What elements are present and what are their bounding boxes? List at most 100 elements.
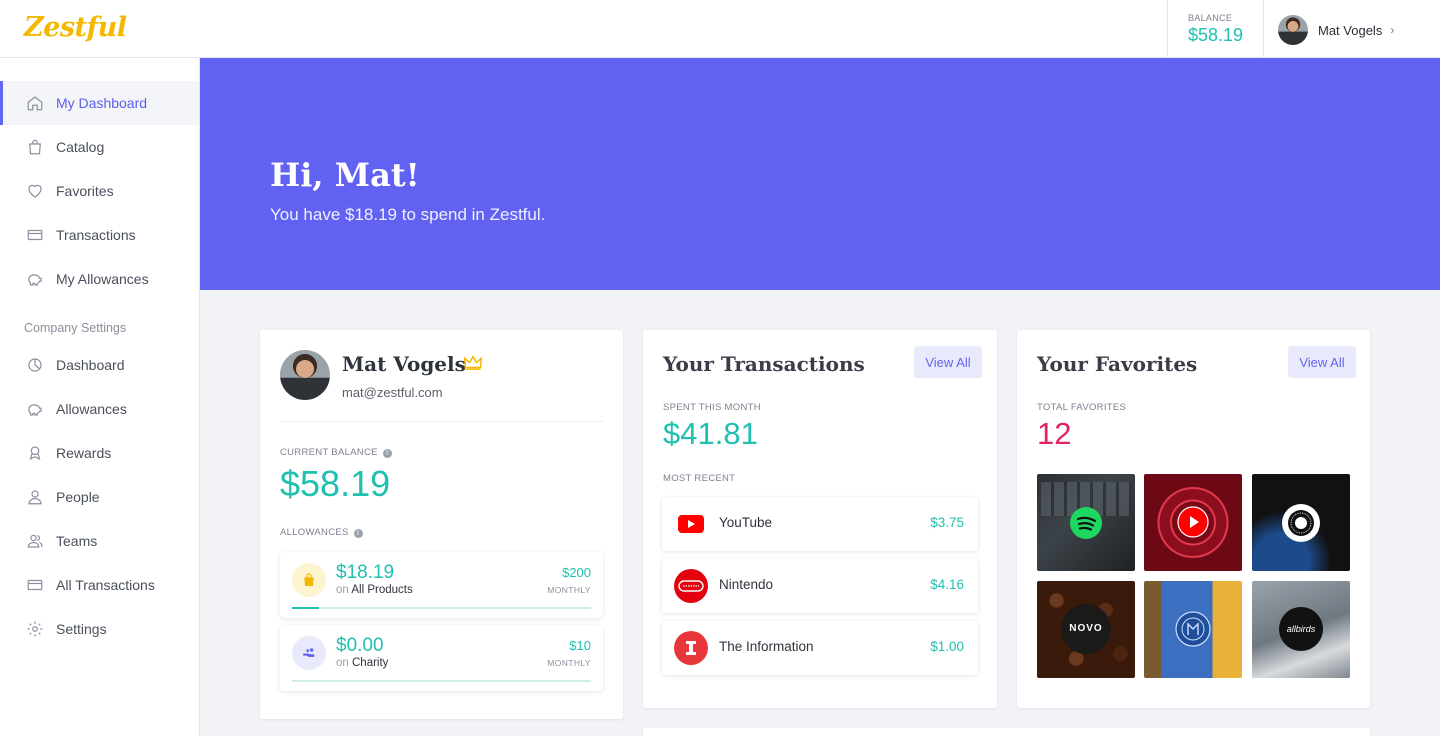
progress-fill — [292, 607, 319, 609]
favorite-tile-novo-coffee[interactable]: NOVO — [1037, 581, 1135, 678]
profile-card: Mat Vogels mat@zestful.com CURRENT BALAN… — [260, 330, 623, 719]
sidebar-item-allowances[interactable]: Allowances — [0, 387, 199, 431]
sidebar-item-rewards[interactable]: Rewards — [0, 431, 199, 475]
sidebar-item-label: My Dashboard — [56, 95, 148, 111]
sidebar-item-people[interactable]: People — [0, 475, 199, 519]
sidebar-item-all-transactions[interactable]: All Transactions — [0, 563, 199, 607]
user-menu[interactable]: Mat Vogels › — [1278, 15, 1394, 45]
novo-logo: NOVO — [1061, 604, 1111, 654]
credit-card-icon — [24, 224, 46, 246]
sidebar: My Dashboard Catalog Favorites Transacti… — [0, 58, 200, 736]
welcome-banner: Hi, Mat! You have $18.19 to spend in Zes… — [200, 58, 1440, 290]
favorite-tile-spotify[interactable] — [1037, 474, 1135, 571]
allowance-card[interactable]: $18.19 on All Products $200 MONTHLY — [280, 552, 603, 618]
spent-this-month-value: $41.81 — [663, 416, 758, 451]
transaction-row[interactable]: The Information $1.00 — [662, 621, 978, 675]
profile-name: Mat Vogels — [342, 352, 466, 376]
nintendo-icon — [674, 569, 708, 603]
circle-logo-icon — [1282, 504, 1320, 542]
allowance-limit: $200 — [562, 565, 591, 580]
spotify-icon — [1070, 507, 1102, 539]
transaction-amount: $4.16 — [930, 577, 964, 592]
sidebar-item-settings[interactable]: Settings — [0, 607, 199, 651]
allbirds-logo: allbirds — [1279, 607, 1323, 651]
transaction-row[interactable]: YouTube $3.75 — [662, 497, 978, 551]
sidebar-item-my-allowances[interactable]: My Allowances — [0, 257, 199, 301]
total-favorites-label: TOTAL FAVORITES — [1037, 402, 1127, 413]
transaction-amount: $3.75 — [930, 515, 964, 530]
header-balance-value: $58.19 — [1188, 25, 1244, 45]
info-icon[interactable]: i — [382, 449, 392, 458]
favorite-tile-allbirds[interactable]: allbirds — [1252, 581, 1350, 678]
transaction-amount: $1.00 — [930, 639, 964, 654]
most-recent-label: MOST RECENT — [663, 473, 736, 484]
spent-this-month-label: SPENT THIS MONTH — [663, 402, 761, 413]
the-information-icon — [674, 631, 708, 665]
view-all-transactions-button[interactable]: View All — [914, 346, 982, 378]
current-balance-label: CURRENT BALANCE i — [280, 447, 392, 458]
info-icon[interactable]: i — [353, 529, 363, 538]
sidebar-item-transactions[interactable]: Transactions — [0, 213, 199, 257]
sidebar-item-label: Catalog — [56, 139, 105, 155]
allowance-period: MONTHLY — [547, 585, 591, 595]
allowance-period: MONTHLY — [547, 658, 591, 668]
sidebar-item-label: All Transactions — [56, 577, 155, 593]
sidebar-item-label: Dashboard — [56, 357, 125, 373]
bottle-logo-icon — [1175, 611, 1211, 647]
transaction-merchant: The Information — [719, 639, 814, 654]
company-settings-heading: Company Settings — [24, 321, 127, 335]
sidebar-item-catalog[interactable]: Catalog — [0, 125, 199, 169]
transaction-merchant: Nintendo — [719, 577, 774, 592]
favorite-tile-dark-logo[interactable] — [1252, 474, 1350, 571]
piggy-bank-icon — [24, 398, 46, 420]
sidebar-item-my-dashboard[interactable]: My Dashboard — [0, 81, 199, 125]
sidebar-item-label: Allowances — [56, 401, 127, 417]
allowance-progress — [292, 607, 591, 609]
shopping-bag-icon — [24, 136, 46, 158]
youtube-play-icon — [1177, 506, 1209, 538]
award-icon — [24, 442, 46, 464]
transaction-merchant: YouTube — [719, 515, 773, 530]
allowance-target: on All Products — [336, 584, 413, 596]
allowance-progress — [292, 680, 591, 682]
favorite-tile-bottle[interactable] — [1144, 581, 1242, 678]
youtube-icon — [674, 507, 708, 541]
allowance-amount: $0.00 — [336, 635, 384, 656]
current-balance-value: $58.19 — [280, 463, 391, 504]
sidebar-item-label: Transactions — [56, 227, 136, 243]
sidebar-item-label: My Allowances — [56, 271, 149, 287]
transaction-row[interactable]: Nintendo $4.16 — [662, 559, 978, 613]
chevron-right-icon: › — [1390, 23, 1395, 37]
next-card — [643, 728, 1370, 736]
sidebar-item-dashboard[interactable]: Dashboard — [0, 343, 199, 387]
favorites-card: Your Favorites View All TOTAL FAVORITES … — [1017, 330, 1370, 708]
sidebar-item-label: Teams — [56, 533, 98, 549]
header-balance: BALANCE $58.19 — [1167, 0, 1264, 58]
total-favorites-value: 12 — [1037, 416, 1072, 451]
user-icon — [24, 486, 46, 508]
allowance-card[interactable]: $0.00 on Charity $10 MONTHLY — [280, 625, 603, 691]
heart-icon — [24, 180, 46, 202]
sidebar-item-favorites[interactable]: Favorites — [0, 169, 199, 213]
gear-icon — [24, 618, 46, 640]
favorites-title: Your Favorites — [1037, 352, 1198, 376]
sidebar-item-teams[interactable]: Teams — [0, 519, 199, 563]
allowances-label: ALLOWANCES i — [280, 527, 363, 538]
users-icon — [24, 530, 46, 552]
top-bar: Zestful BALANCE $58.19 Mat Vogels › — [0, 0, 1440, 58]
zestful-logo[interactable]: Zestful — [24, 12, 127, 43]
allowance-target: on Charity — [336, 657, 389, 669]
sidebar-item-label: Rewards — [56, 445, 112, 461]
sidebar-item-label: People — [56, 489, 100, 505]
credit-card-icon — [24, 574, 46, 596]
avatar — [1278, 15, 1308, 45]
profile-email: mat@zestful.com — [342, 385, 443, 400]
favorite-tile-youtube[interactable] — [1144, 474, 1242, 571]
charity-hand-icon — [292, 636, 326, 670]
user-name: Mat Vogels — [1318, 22, 1383, 38]
piggy-bank-icon — [24, 268, 46, 290]
header-balance-label: BALANCE — [1188, 13, 1233, 23]
home-icon — [24, 92, 46, 114]
view-all-favorites-button[interactable]: View All — [1288, 346, 1356, 378]
shopping-bag-icon — [292, 563, 326, 597]
